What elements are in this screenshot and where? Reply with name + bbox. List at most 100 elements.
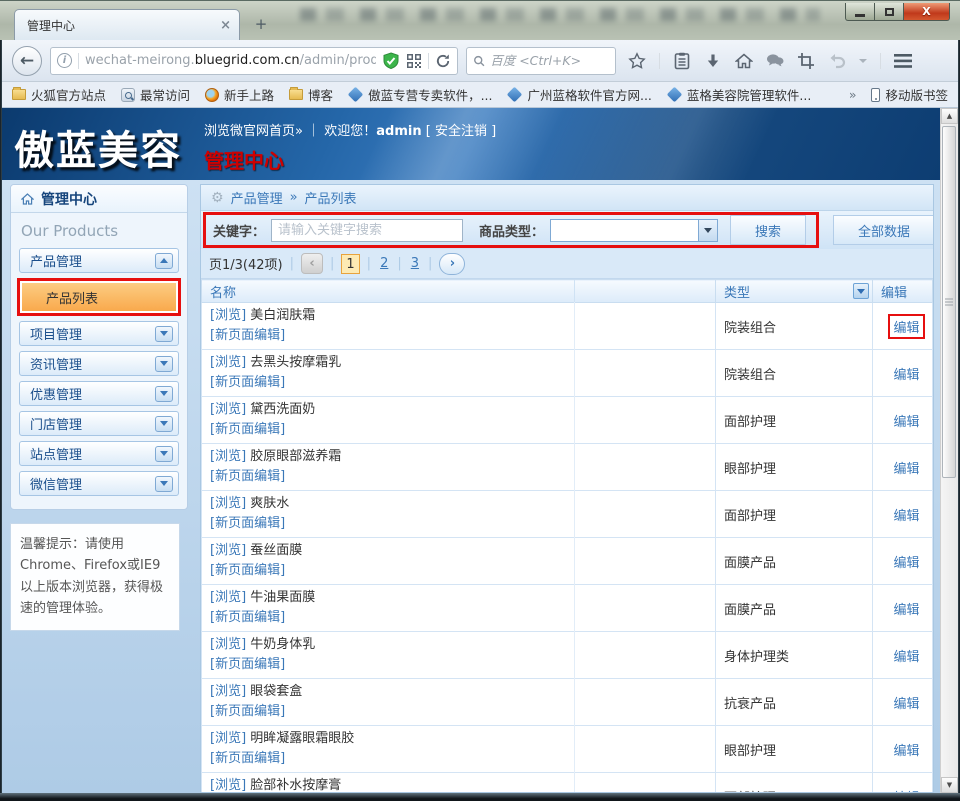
bookmark-item[interactable]: 广州蓝格软件官方网... — [507, 85, 651, 104]
edit-link[interactable]: 编辑 — [893, 415, 919, 430]
search-button[interactable]: 搜索 — [730, 215, 806, 245]
downloads-icon[interactable] — [704, 52, 722, 70]
home-icon[interactable] — [735, 52, 753, 70]
sidebar-item[interactable]: 产品管理 — [19, 248, 179, 273]
bookmark-item[interactable]: 最常访问 — [121, 85, 190, 104]
page-button-3[interactable]: 3 — [409, 256, 421, 271]
browse-link[interactable]: [浏览] — [210, 449, 246, 464]
edit-link-annotated[interactable]: 编辑 — [888, 314, 924, 339]
url-bar[interactable]: i wechat-meirong.bluegrid.com.cn/admin/p… — [50, 47, 458, 75]
new-page-edit-link[interactable]: [新页面编辑] — [210, 375, 285, 390]
scroll-up-icon[interactable]: ▲ — [941, 108, 958, 124]
chevron-down-icon[interactable] — [155, 416, 173, 432]
page-button-1[interactable]: 1 — [341, 254, 359, 274]
browse-link[interactable]: [浏览] — [210, 355, 246, 370]
new-page-edit-link[interactable]: [新页面编辑] — [210, 751, 285, 766]
page-button-2[interactable]: 2 — [378, 256, 390, 271]
maximize-button[interactable] — [875, 3, 904, 21]
bookmark-item[interactable]: 移动版书签 — [871, 85, 948, 104]
site-info-icon[interactable]: i — [57, 53, 72, 68]
close-button[interactable]: X — [904, 3, 950, 21]
menu-icon[interactable] — [894, 52, 912, 70]
scroll-down-icon[interactable]: ▼ — [941, 777, 958, 793]
reload-icon[interactable] — [435, 53, 451, 69]
sidebar-item[interactable]: 项目管理 — [19, 321, 179, 346]
select-dropdown-icon[interactable] — [698, 220, 717, 241]
bookmark-star-icon[interactable] — [628, 52, 646, 70]
browse-link[interactable]: [浏览] — [210, 778, 246, 793]
browse-link[interactable]: [浏览] — [210, 731, 246, 746]
edit-link[interactable]: 编辑 — [893, 462, 919, 477]
edit-link[interactable]: 编辑 — [893, 697, 919, 712]
sidebar-item[interactable]: 微信管理 — [19, 471, 179, 496]
back-button[interactable]: ← — [12, 46, 42, 76]
new-page-edit-link[interactable]: [新页面编辑] — [210, 328, 285, 343]
vertical-scrollbar[interactable]: ▲ ▼ — [940, 108, 958, 793]
bookmark-item[interactable]: 新手上路 — [205, 85, 274, 104]
browse-link[interactable]: [浏览] — [210, 684, 246, 699]
chevron-down-icon[interactable] — [155, 356, 173, 372]
edit-link[interactable]: 编辑 — [893, 650, 919, 665]
sidebar-item[interactable]: 资讯管理 — [19, 351, 179, 376]
new-tab-button[interactable]: + — [248, 15, 274, 35]
edit-link[interactable]: 编辑 — [893, 744, 919, 759]
shield-icon[interactable] — [382, 52, 400, 70]
new-page-edit-link[interactable]: [新页面编辑] — [210, 563, 285, 578]
qr-code-icon[interactable] — [406, 53, 422, 69]
minimize-button[interactable] — [845, 3, 875, 21]
chevron-down-icon[interactable] — [155, 476, 173, 492]
gear-icon: ⚙ — [211, 190, 224, 206]
browse-link[interactable]: [浏览] — [210, 637, 246, 652]
edit-link[interactable]: 编辑 — [893, 556, 919, 571]
chat-icon[interactable] — [766, 52, 784, 70]
browse-link[interactable]: [浏览] — [210, 496, 246, 511]
undo-icon[interactable] — [828, 52, 846, 70]
sidebar-item[interactable]: 站点管理 — [19, 441, 179, 466]
browse-link[interactable]: [浏览] — [210, 402, 246, 417]
new-page-edit-link[interactable]: [新页面编辑] — [210, 469, 285, 484]
sidebar-subitem-active[interactable]: 产品列表 — [22, 283, 176, 311]
type-filter-dropdown-icon[interactable] — [853, 283, 869, 299]
url-text[interactable]: wechat-meirong.bluegrid.com.cn/admin/pro… — [85, 53, 376, 68]
new-page-edit-link[interactable]: [新页面编辑] — [210, 422, 285, 437]
bookmark-item[interactable]: 傲蓝专营专卖软件，... — [348, 85, 492, 104]
product-type-select[interactable] — [550, 219, 718, 242]
new-page-edit-link[interactable]: [新页面编辑] — [210, 516, 285, 531]
chevron-down-icon[interactable] — [155, 326, 173, 342]
browse-link[interactable]: [浏览] — [210, 590, 246, 605]
browse-site-link[interactable]: 浏览微官网首页» — [204, 124, 303, 139]
browse-link[interactable]: [浏览] — [210, 308, 246, 323]
browse-link[interactable]: [浏览] — [210, 543, 246, 558]
scrollbar-thumb[interactable] — [942, 126, 956, 478]
browser-search-input[interactable] — [490, 53, 609, 68]
divider — [659, 53, 660, 69]
logout-link[interactable]: [ 安全注销 ] — [426, 124, 496, 139]
breadcrumb-section[interactable]: 产品管理 — [231, 188, 283, 207]
undo-dropdown-icon[interactable] — [859, 59, 867, 63]
edit-link[interactable]: 编辑 — [893, 603, 919, 618]
tab-close-icon[interactable]: × — [220, 18, 231, 33]
new-page-edit-link[interactable]: [新页面编辑] — [210, 704, 285, 719]
browser-tab[interactable]: 管理中心 × — [14, 9, 240, 41]
sidebar-item[interactable]: 门店管理 — [19, 411, 179, 436]
chevron-down-icon[interactable] — [155, 386, 173, 402]
bookmark-item[interactable]: 火狐官方站点 — [12, 85, 106, 104]
chevron-up-icon[interactable] — [155, 253, 173, 269]
bookmark-item[interactable]: » — [849, 87, 857, 102]
crop-icon[interactable] — [797, 52, 815, 70]
chevron-down-icon[interactable] — [155, 446, 173, 462]
new-page-edit-link[interactable]: [新页面编辑] — [210, 610, 285, 625]
edit-link[interactable]: 编辑 — [893, 368, 919, 383]
bookmarks-panel-icon[interactable] — [673, 52, 691, 70]
next-page-button[interactable]: › — [439, 253, 465, 275]
sidebar-item[interactable]: 优惠管理 — [19, 381, 179, 406]
keyword-input[interactable] — [271, 219, 463, 242]
all-data-button[interactable]: 全部数据 — [833, 215, 934, 245]
bookmark-item[interactable]: 蓝格美容院管理软件... — [667, 85, 811, 104]
prev-page-button[interactable]: ‹ — [301, 253, 323, 274]
browser-search-box[interactable] — [466, 47, 616, 75]
new-page-edit-link[interactable]: [新页面编辑] — [210, 657, 285, 672]
edit-link[interactable]: 编辑 — [893, 509, 919, 524]
type-label: 商品类型： — [479, 221, 544, 240]
bookmark-item[interactable]: 博客 — [289, 85, 333, 104]
